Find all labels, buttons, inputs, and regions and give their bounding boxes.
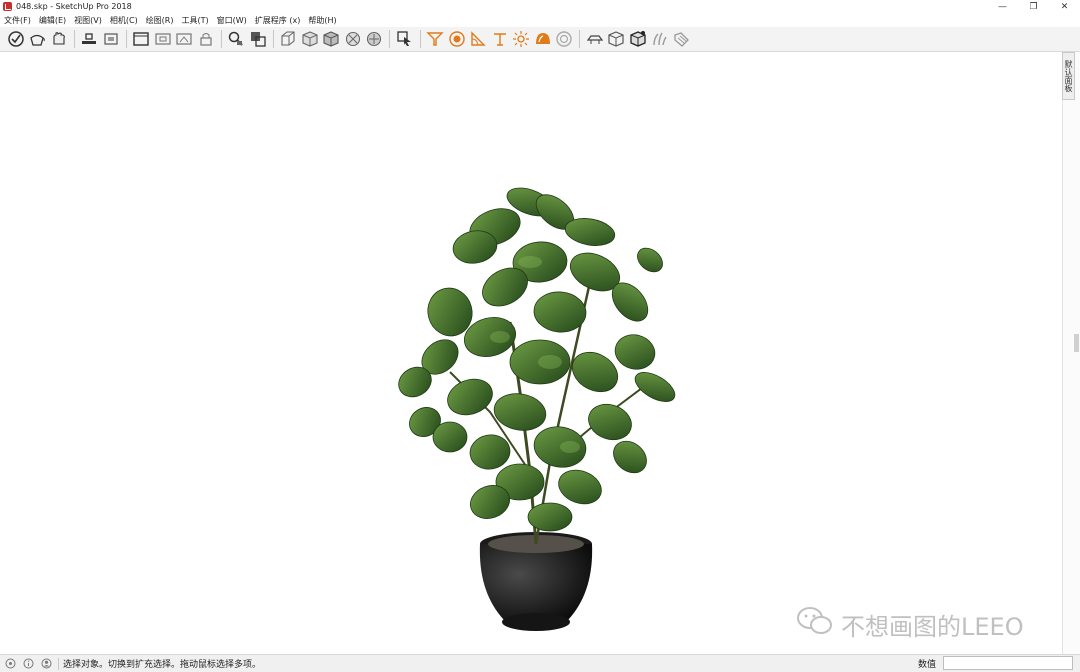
toolbar-separator — [579, 30, 580, 48]
toolbar-separator — [272, 30, 274, 48]
menu-window[interactable]: 窗口(W) — [217, 15, 247, 26]
menu-edit[interactable]: 编辑(E) — [39, 15, 66, 26]
tag-icon[interactable] — [670, 29, 691, 50]
cube-icon[interactable] — [606, 29, 627, 50]
info-icon[interactable] — [22, 658, 34, 670]
magnify-icon[interactable] — [226, 29, 247, 50]
tray-handle[interactable] — [1074, 334, 1079, 352]
protractor-icon[interactable] — [468, 29, 489, 50]
menu-bar: 文件(F) 编辑(E) 视图(V) 相机(C) 绘图(R) 工具(T) 窗口(W… — [0, 13, 1080, 27]
sketchup-logo-icon — [3, 2, 12, 11]
toolbar-separator — [220, 30, 222, 48]
circle-icon[interactable] — [554, 29, 575, 50]
watermark: 不想画图的LEEO — [795, 606, 1024, 642]
toolbar-separator — [125, 30, 127, 48]
orbit-hand-icon[interactable] — [48, 29, 69, 50]
funnel-icon[interactable] — [425, 29, 446, 50]
select-tool-icon[interactable] — [394, 29, 415, 50]
grass-icon[interactable] — [649, 29, 670, 50]
component-icon[interactable] — [79, 29, 100, 50]
wechat-icon — [795, 606, 835, 642]
toolbar-separator — [73, 30, 75, 48]
measurements-label: 数值 — [918, 660, 937, 670]
xray-icon[interactable] — [342, 29, 363, 50]
geo-location-icon[interactable] — [4, 658, 16, 670]
cube-paint-icon[interactable] — [627, 29, 648, 50]
toolbar-separator — [389, 30, 390, 48]
minimize-button[interactable]: — — [987, 0, 1018, 13]
window-frame-icon[interactable] — [131, 29, 152, 50]
title-bar: 048.skp - SketchUp Pro 2018 — ❐ ✕ — [0, 0, 1080, 13]
menu-file[interactable]: 文件(F) — [4, 15, 31, 26]
menu-help[interactable]: 帮助(H) — [308, 15, 336, 26]
menu-tools[interactable]: 工具(T) — [182, 15, 209, 26]
scene-icon[interactable] — [174, 29, 195, 50]
section-icon[interactable] — [100, 29, 121, 50]
user-account-icon[interactable] — [40, 658, 52, 670]
main-toolbar — [0, 27, 1080, 52]
measurements-input[interactable] — [943, 656, 1073, 670]
target-icon[interactable] — [446, 29, 467, 50]
status-message: 选择对象。切换到扩充选择。拖动鼠标选择多项。 — [63, 660, 262, 670]
front-view-icon[interactable] — [321, 29, 342, 50]
paint-bucket-icon[interactable] — [27, 29, 48, 50]
menu-draw[interactable]: 绘图(R) — [146, 15, 174, 26]
menu-extensions[interactable]: 扩展程序 (x) — [255, 15, 301, 26]
dome-icon[interactable] — [532, 29, 553, 50]
menu-camera[interactable]: 相机(C) — [110, 15, 138, 26]
shade-icon[interactable] — [489, 29, 510, 50]
style-icon[interactable] — [247, 29, 268, 50]
default-tray-tab[interactable]: 默认面板 — [1062, 52, 1075, 100]
tray-strip — [1062, 52, 1080, 654]
model-viewport[interactable] — [0, 52, 1062, 654]
lock-icon[interactable] — [195, 29, 216, 50]
restore-button[interactable]: ❐ — [1018, 0, 1049, 13]
potted-plant-model — [398, 187, 676, 631]
top-view-icon[interactable] — [299, 29, 320, 50]
camera-view-icon[interactable] — [152, 29, 173, 50]
close-button[interactable]: ✕ — [1049, 0, 1080, 13]
watermark-text: 不想画图的LEEO — [841, 612, 1024, 641]
status-separator — [58, 657, 59, 670]
hat-icon[interactable] — [584, 29, 605, 50]
sun-icon[interactable] — [511, 29, 532, 50]
menu-view[interactable]: 视图(V) — [74, 15, 102, 26]
select-icon[interactable] — [5, 29, 26, 50]
toolbar-separator — [419, 30, 421, 48]
window-controls: — ❐ ✕ — [987, 0, 1080, 13]
iso-view-icon[interactable] — [278, 29, 299, 50]
window-title: 048.skp - SketchUp Pro 2018 — [16, 2, 132, 11]
wireframe-icon[interactable] — [364, 29, 385, 50]
